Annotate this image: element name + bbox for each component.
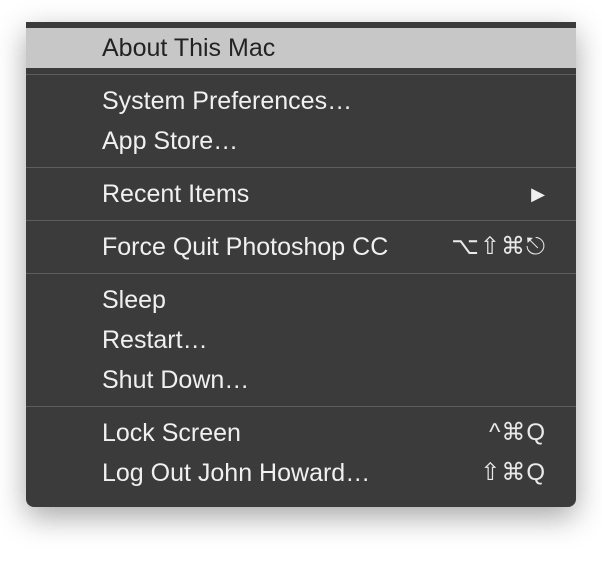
menu-item-recent-items[interactable]: Recent Items ▶: [26, 174, 576, 214]
keyboard-shortcut: ⇧⌘Q: [480, 457, 546, 489]
submenu-indicator: ▶: [531, 178, 546, 210]
menu-item-force-quit[interactable]: Force Quit Photoshop CC ⌥⇧⌘⎋: [26, 227, 576, 267]
menu-item-label: Sleep: [102, 284, 166, 316]
menu-item-label: Force Quit Photoshop CC: [102, 231, 388, 263]
menu-item-label: About This Mac: [102, 32, 275, 64]
menu-item-label: App Store…: [102, 125, 238, 157]
menu-group: Recent Items ▶: [26, 168, 576, 220]
menu-item-label: Lock Screen: [102, 417, 241, 449]
menu-group: Force Quit Photoshop CC ⌥⇧⌘⎋: [26, 221, 576, 273]
keyboard-shortcut: ^⌘Q: [489, 417, 546, 449]
menu-group: System Preferences… App Store…: [26, 75, 576, 167]
menu-item-log-out[interactable]: Log Out John Howard… ⇧⌘Q: [26, 453, 576, 493]
menu-group: Lock Screen ^⌘Q Log Out John Howard… ⇧⌘Q: [26, 407, 576, 499]
chevron-right-icon: ▶: [531, 178, 546, 210]
menu-item-about-this-mac[interactable]: About This Mac: [26, 28, 576, 68]
menu-item-label: Log Out John Howard…: [102, 457, 370, 489]
menu-item-label: System Preferences…: [102, 85, 352, 117]
menu-item-lock-screen[interactable]: Lock Screen ^⌘Q: [26, 413, 576, 453]
menu-item-shut-down[interactable]: Shut Down…: [26, 360, 576, 400]
menu-item-sleep[interactable]: Sleep: [26, 280, 576, 320]
menu-item-system-preferences[interactable]: System Preferences…: [26, 81, 576, 121]
apple-menu: About This Mac System Preferences… App S…: [26, 22, 576, 507]
menu-group: Sleep Restart… Shut Down…: [26, 274, 576, 406]
menu-item-label: Recent Items: [102, 178, 249, 210]
menu-item-restart[interactable]: Restart…: [26, 320, 576, 360]
menu-group: About This Mac: [26, 22, 576, 74]
keyboard-shortcut: ⌥⇧⌘⎋: [451, 231, 546, 263]
menu-item-app-store[interactable]: App Store…: [26, 121, 576, 161]
menu-item-label: Shut Down…: [102, 364, 249, 396]
menu-item-label: Restart…: [102, 324, 208, 356]
